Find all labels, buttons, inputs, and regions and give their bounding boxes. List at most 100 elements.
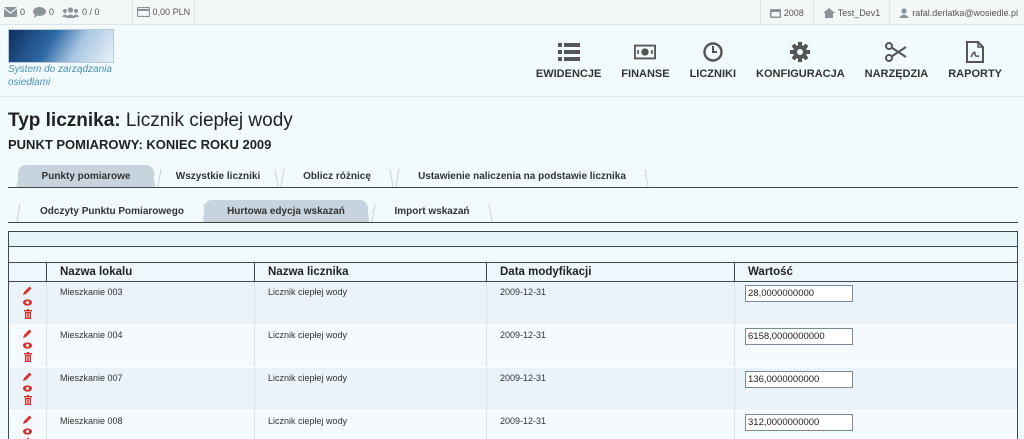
edit-icon[interactable] bbox=[23, 371, 32, 381]
wallet-icon bbox=[136, 7, 150, 17]
row-actions bbox=[9, 411, 47, 439]
page-title: Typ licznika: Licznik ciepłej wody bbox=[8, 110, 293, 132]
gear-icon bbox=[789, 42, 811, 62]
cell-wartosc bbox=[735, 325, 1017, 367]
calendar-icon bbox=[769, 8, 781, 18]
grid-toolbar bbox=[9, 232, 1017, 247]
nav-label: KONFIGURACJA bbox=[756, 68, 845, 80]
clock-icon bbox=[702, 42, 724, 62]
scissors-icon bbox=[885, 42, 907, 62]
tab-label: Hurtowa edycja wskazań bbox=[227, 205, 345, 217]
tab-label: Ustawienie naliczenia na podstawie liczn… bbox=[418, 170, 626, 182]
tab-hurtowa-edycja[interactable]: Hurtowa edycja wskazań bbox=[204, 200, 368, 222]
list-icon bbox=[557, 42, 580, 62]
nav-label: LICZNIKI bbox=[689, 68, 737, 80]
nav-label: FINANSE bbox=[621, 68, 670, 80]
comments-indicator[interactable]: 0 bbox=[29, 6, 58, 18]
logo-image[interactable] bbox=[8, 29, 114, 63]
column-header-licznik[interactable]: Nazwa licznika bbox=[255, 263, 487, 281]
value-input[interactable] bbox=[745, 371, 853, 388]
tab-label: Wszystkie liczniki bbox=[175, 170, 261, 182]
sub-tabs: Odczyty Punktu Pomiarowego Hurtowa edycj… bbox=[8, 199, 1018, 223]
cell-lokal: Mieszkanie 007 bbox=[47, 368, 255, 410]
edit-icon[interactable] bbox=[23, 328, 32, 338]
tab-ustawienie-naliczenia[interactable]: Ustawienie naliczenia na podstawie liczn… bbox=[397, 165, 647, 187]
nav-finanse[interactable]: FINANSE bbox=[611, 42, 679, 80]
comment-icon bbox=[33, 6, 47, 18]
column-header-actions bbox=[9, 263, 47, 281]
database-name: Test_Dev1 bbox=[837, 7, 881, 18]
value-input[interactable] bbox=[745, 328, 853, 345]
user-menu[interactable]: rafal.derlatka@wosiedle.pl bbox=[890, 8, 1024, 18]
balance-indicator[interactable]: 0,00 PLN bbox=[133, 7, 195, 17]
table-row: Mieszkanie 008 Licznik ciepłej wody 2009-1… bbox=[9, 411, 1017, 439]
tab-punkty-pomiarowe[interactable]: Punkty pomiarowe bbox=[18, 165, 154, 187]
cell-data: 2009-12-31 bbox=[487, 282, 735, 324]
delete-icon[interactable] bbox=[23, 309, 32, 319]
cell-data: 2009-12-31 bbox=[487, 368, 735, 410]
tab-label: Odczyty Punktu Pomiarowego bbox=[40, 205, 184, 217]
cell-licznik: Licznik ciepłej wody bbox=[255, 411, 487, 439]
page-subtitle: PUNKT POMIAROWY: KONIEC ROKU 2009 bbox=[8, 137, 272, 152]
cell-lokal: Mieszkanie 004 bbox=[47, 325, 255, 367]
nav-narzedzia[interactable]: NARZĘDZIA bbox=[855, 42, 939, 80]
cell-wartosc bbox=[735, 282, 1017, 324]
column-header-wartosc[interactable]: Wartość bbox=[735, 263, 1017, 281]
edit-icon[interactable] bbox=[23, 285, 32, 295]
value-input[interactable] bbox=[745, 414, 853, 431]
title-label: Typ licznika: bbox=[8, 110, 121, 131]
divider bbox=[194, 0, 196, 25]
table-row: Mieszkanie 007 Licznik ciepłej wody 2009-1… bbox=[9, 368, 1017, 411]
tab-label: Import wskazań bbox=[394, 205, 470, 217]
cell-licznik: Licznik ciepłej wody bbox=[255, 325, 487, 367]
cell-data: 2009-12-31 bbox=[487, 325, 735, 367]
edit-icon[interactable] bbox=[23, 414, 32, 424]
user-email: rafal.derlatka@wosiedle.pl bbox=[912, 7, 1018, 18]
view-icon[interactable] bbox=[23, 426, 32, 436]
tab-label: Punkty pomiarowe bbox=[41, 170, 131, 182]
column-header-data[interactable]: Data modyfikacji bbox=[487, 263, 735, 281]
year-selector[interactable]: 2008 bbox=[761, 8, 813, 18]
cell-lokal: Mieszkanie 008 bbox=[47, 411, 255, 439]
app-header: System do zarządzania osiedlami EWIDENCJ… bbox=[0, 25, 1024, 97]
messages-indicator[interactable]: 0 bbox=[0, 7, 29, 17]
user-icon bbox=[899, 7, 910, 18]
cell-licznik: Licznik ciepłej wody bbox=[255, 282, 487, 324]
nav-label: NARZĘDZIA bbox=[864, 68, 929, 80]
grid-header: Nazwa lokalu Nazwa licznika Data modyfik… bbox=[9, 263, 1017, 282]
cell-wartosc bbox=[735, 411, 1017, 439]
pdf-icon bbox=[964, 41, 986, 63]
nav-liczniki[interactable]: LICZNIKI bbox=[680, 42, 746, 80]
users-indicator[interactable]: 0 / 0 bbox=[58, 6, 104, 18]
value-input[interactable] bbox=[745, 285, 853, 302]
nav-raporty[interactable]: RAPORTY bbox=[938, 41, 1012, 80]
envelope-icon bbox=[4, 7, 17, 17]
nav-konfiguracja[interactable]: KONFIGURACJA bbox=[746, 42, 855, 80]
delete-icon[interactable] bbox=[23, 352, 32, 362]
cell-lokal: Mieszkanie 003 bbox=[47, 282, 255, 324]
view-icon[interactable] bbox=[23, 297, 32, 307]
view-icon[interactable] bbox=[23, 383, 32, 393]
tab-label: Oblicz różnicę bbox=[303, 170, 371, 182]
tab-oblicz-roznice[interactable]: Oblicz różnicę bbox=[282, 165, 392, 187]
home-icon bbox=[822, 7, 835, 18]
main-tabs: Punkty pomiarowe Wszystkie liczniki Obli… bbox=[8, 164, 1018, 188]
balance-value: 0,00 PLN bbox=[152, 7, 191, 17]
view-icon[interactable] bbox=[23, 340, 32, 350]
nav-label: RAPORTY bbox=[948, 68, 1002, 80]
top-bar: 0 0 0 / 0 0,00 PLN 2008 Test_Dev1 rafal.… bbox=[0, 0, 1024, 25]
messages-count: 0 bbox=[20, 7, 26, 17]
column-header-lokal[interactable]: Nazwa lokalu bbox=[47, 263, 255, 281]
database-selector[interactable]: Test_Dev1 bbox=[814, 7, 890, 18]
nav-label: EWIDENCJE bbox=[535, 68, 602, 80]
nav-ewidencje[interactable]: EWIDENCJE bbox=[526, 42, 611, 80]
tab-wszystkie-liczniki[interactable]: Wszystkie liczniki bbox=[159, 165, 277, 187]
tab-import-wskazan[interactable]: Import wskazań bbox=[373, 200, 491, 222]
cell-data: 2009-12-31 bbox=[487, 411, 735, 439]
users-count: 0 / 0 bbox=[82, 7, 100, 17]
meter-readings-grid: Nazwa lokalu Nazwa licznika Data modyfik… bbox=[8, 231, 1018, 439]
table-row: Mieszkanie 003 Licznik ciepłej wody 2009-1… bbox=[9, 282, 1017, 325]
tab-odczyty-punktu[interactable]: Odczyty Punktu Pomiarowego bbox=[18, 200, 206, 222]
delete-icon[interactable] bbox=[23, 395, 32, 405]
row-actions bbox=[9, 368, 47, 410]
